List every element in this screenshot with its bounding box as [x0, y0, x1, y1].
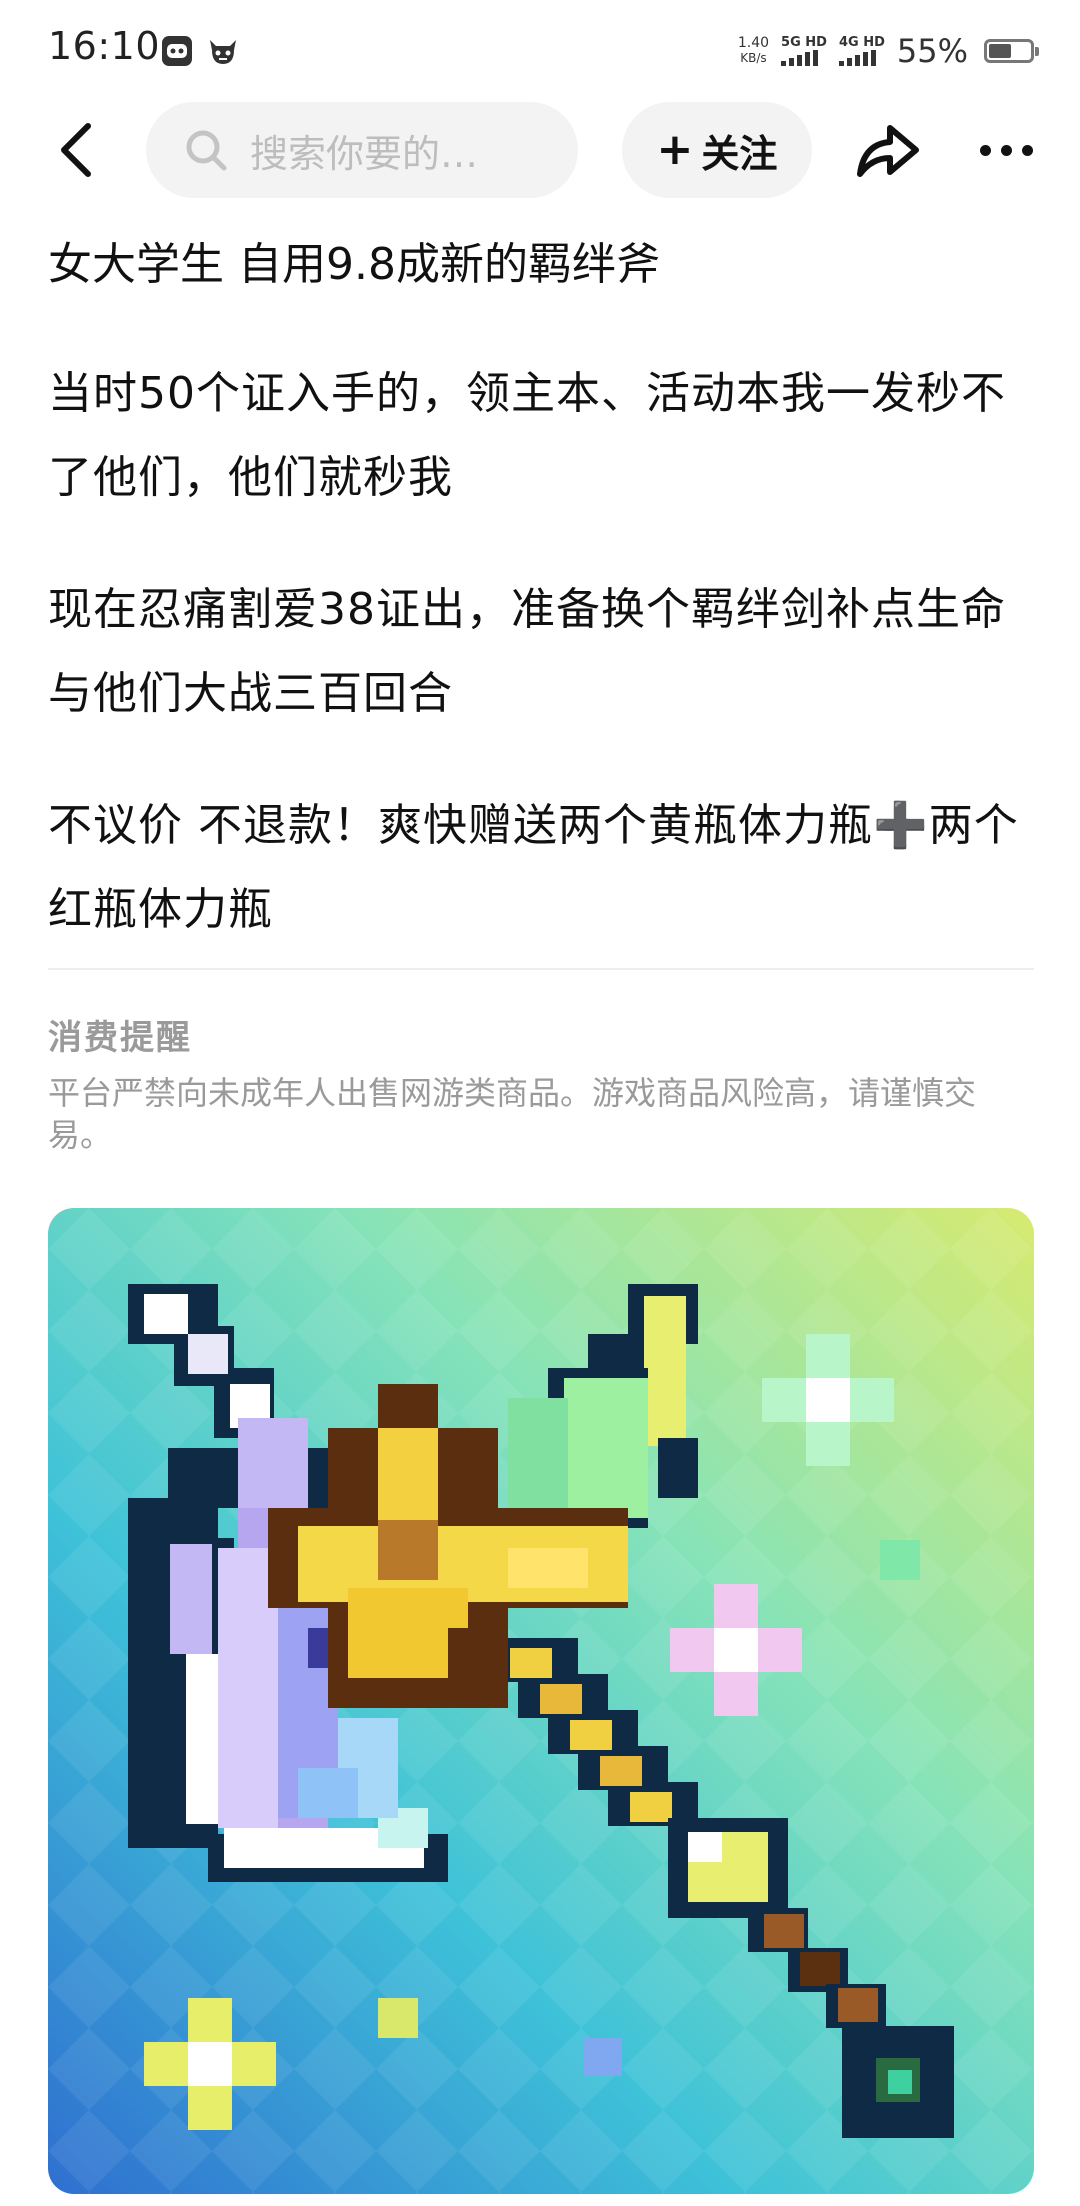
more-dot — [1000, 144, 1012, 156]
post-paragraph: 当时50个证入手的，领主本、活动本我一发秒不了他们，他们就秒我 — [48, 368, 1006, 503]
network-speed-unit: KB/s — [740, 51, 767, 65]
share-button[interactable] — [846, 114, 926, 186]
status-indicators: 1.40 KB/s 5G HD 4G HD 55% — [738, 28, 1039, 74]
signal-bars-icon — [838, 50, 876, 66]
divider — [48, 968, 1034, 970]
horned-mascot-app-icon — [210, 40, 236, 64]
chevron-left-icon — [61, 123, 91, 177]
consumer-notice-title: 消费提醒 — [48, 1018, 192, 1058]
battery-icon — [984, 39, 1039, 63]
follow-label: 关注 — [701, 131, 778, 176]
product-image[interactable] — [48, 1208, 1034, 2194]
status-bar: 16:10 1.40 KB/s 5G HD 4G HD 55% — [0, 0, 1080, 100]
follow-button[interactable]: + 关注 — [622, 102, 812, 198]
battery-percent: 55% — [896, 32, 968, 70]
plus-icon: + — [656, 124, 694, 175]
sim1-label: 5G HD — [781, 35, 827, 50]
search-icon — [186, 130, 227, 171]
more-dot — [979, 144, 991, 156]
post-paragraph: 现在忍痛割爱38证出，准备换个羁绊剑补点生命与他们大战三百回合 — [48, 584, 1006, 719]
top-nav-bar: 搜索你要的… + 关注 — [0, 100, 1080, 200]
consumer-notice-text: 平台严禁向未成年人出售网游类商品。游戏商品风险高，请谨慎交易。 — [48, 1074, 977, 1154]
post-content: 女大学生 自用9.8成新的羁绊斧 当时50个证入手的，领主本、活动本我一发秒不了… — [48, 222, 1038, 935]
signal-bars-icon — [781, 50, 819, 66]
share-arrow-icon — [857, 125, 919, 177]
network-speed: 1.40 KB/s — [738, 36, 769, 66]
more-button[interactable] — [966, 114, 1046, 186]
search-input[interactable]: 搜索你要的… — [146, 102, 578, 198]
status-time: 16:10 — [48, 24, 161, 68]
post-title: 女大学生 自用9.8成新的羁绊斧 — [48, 239, 660, 290]
post-paragraph: 不议价 不退款！爽快赠送两个黄瓶体力瓶➕两个红瓶体力瓶 — [48, 800, 1019, 935]
more-dot — [1021, 144, 1033, 156]
gamepad-app-icon — [162, 36, 192, 66]
battery-level — [989, 44, 1011, 58]
pixel-axe-artwork — [48, 1208, 1034, 2194]
sim2-label: 4G HD — [838, 35, 885, 50]
search-placeholder: 搜索你要的… — [250, 131, 479, 176]
sim1-signal: 5G HD — [781, 36, 827, 66]
network-speed-value: 1.40 — [737, 35, 770, 51]
back-button[interactable] — [40, 114, 112, 186]
sim2-signal: 4G HD — [838, 35, 885, 66]
